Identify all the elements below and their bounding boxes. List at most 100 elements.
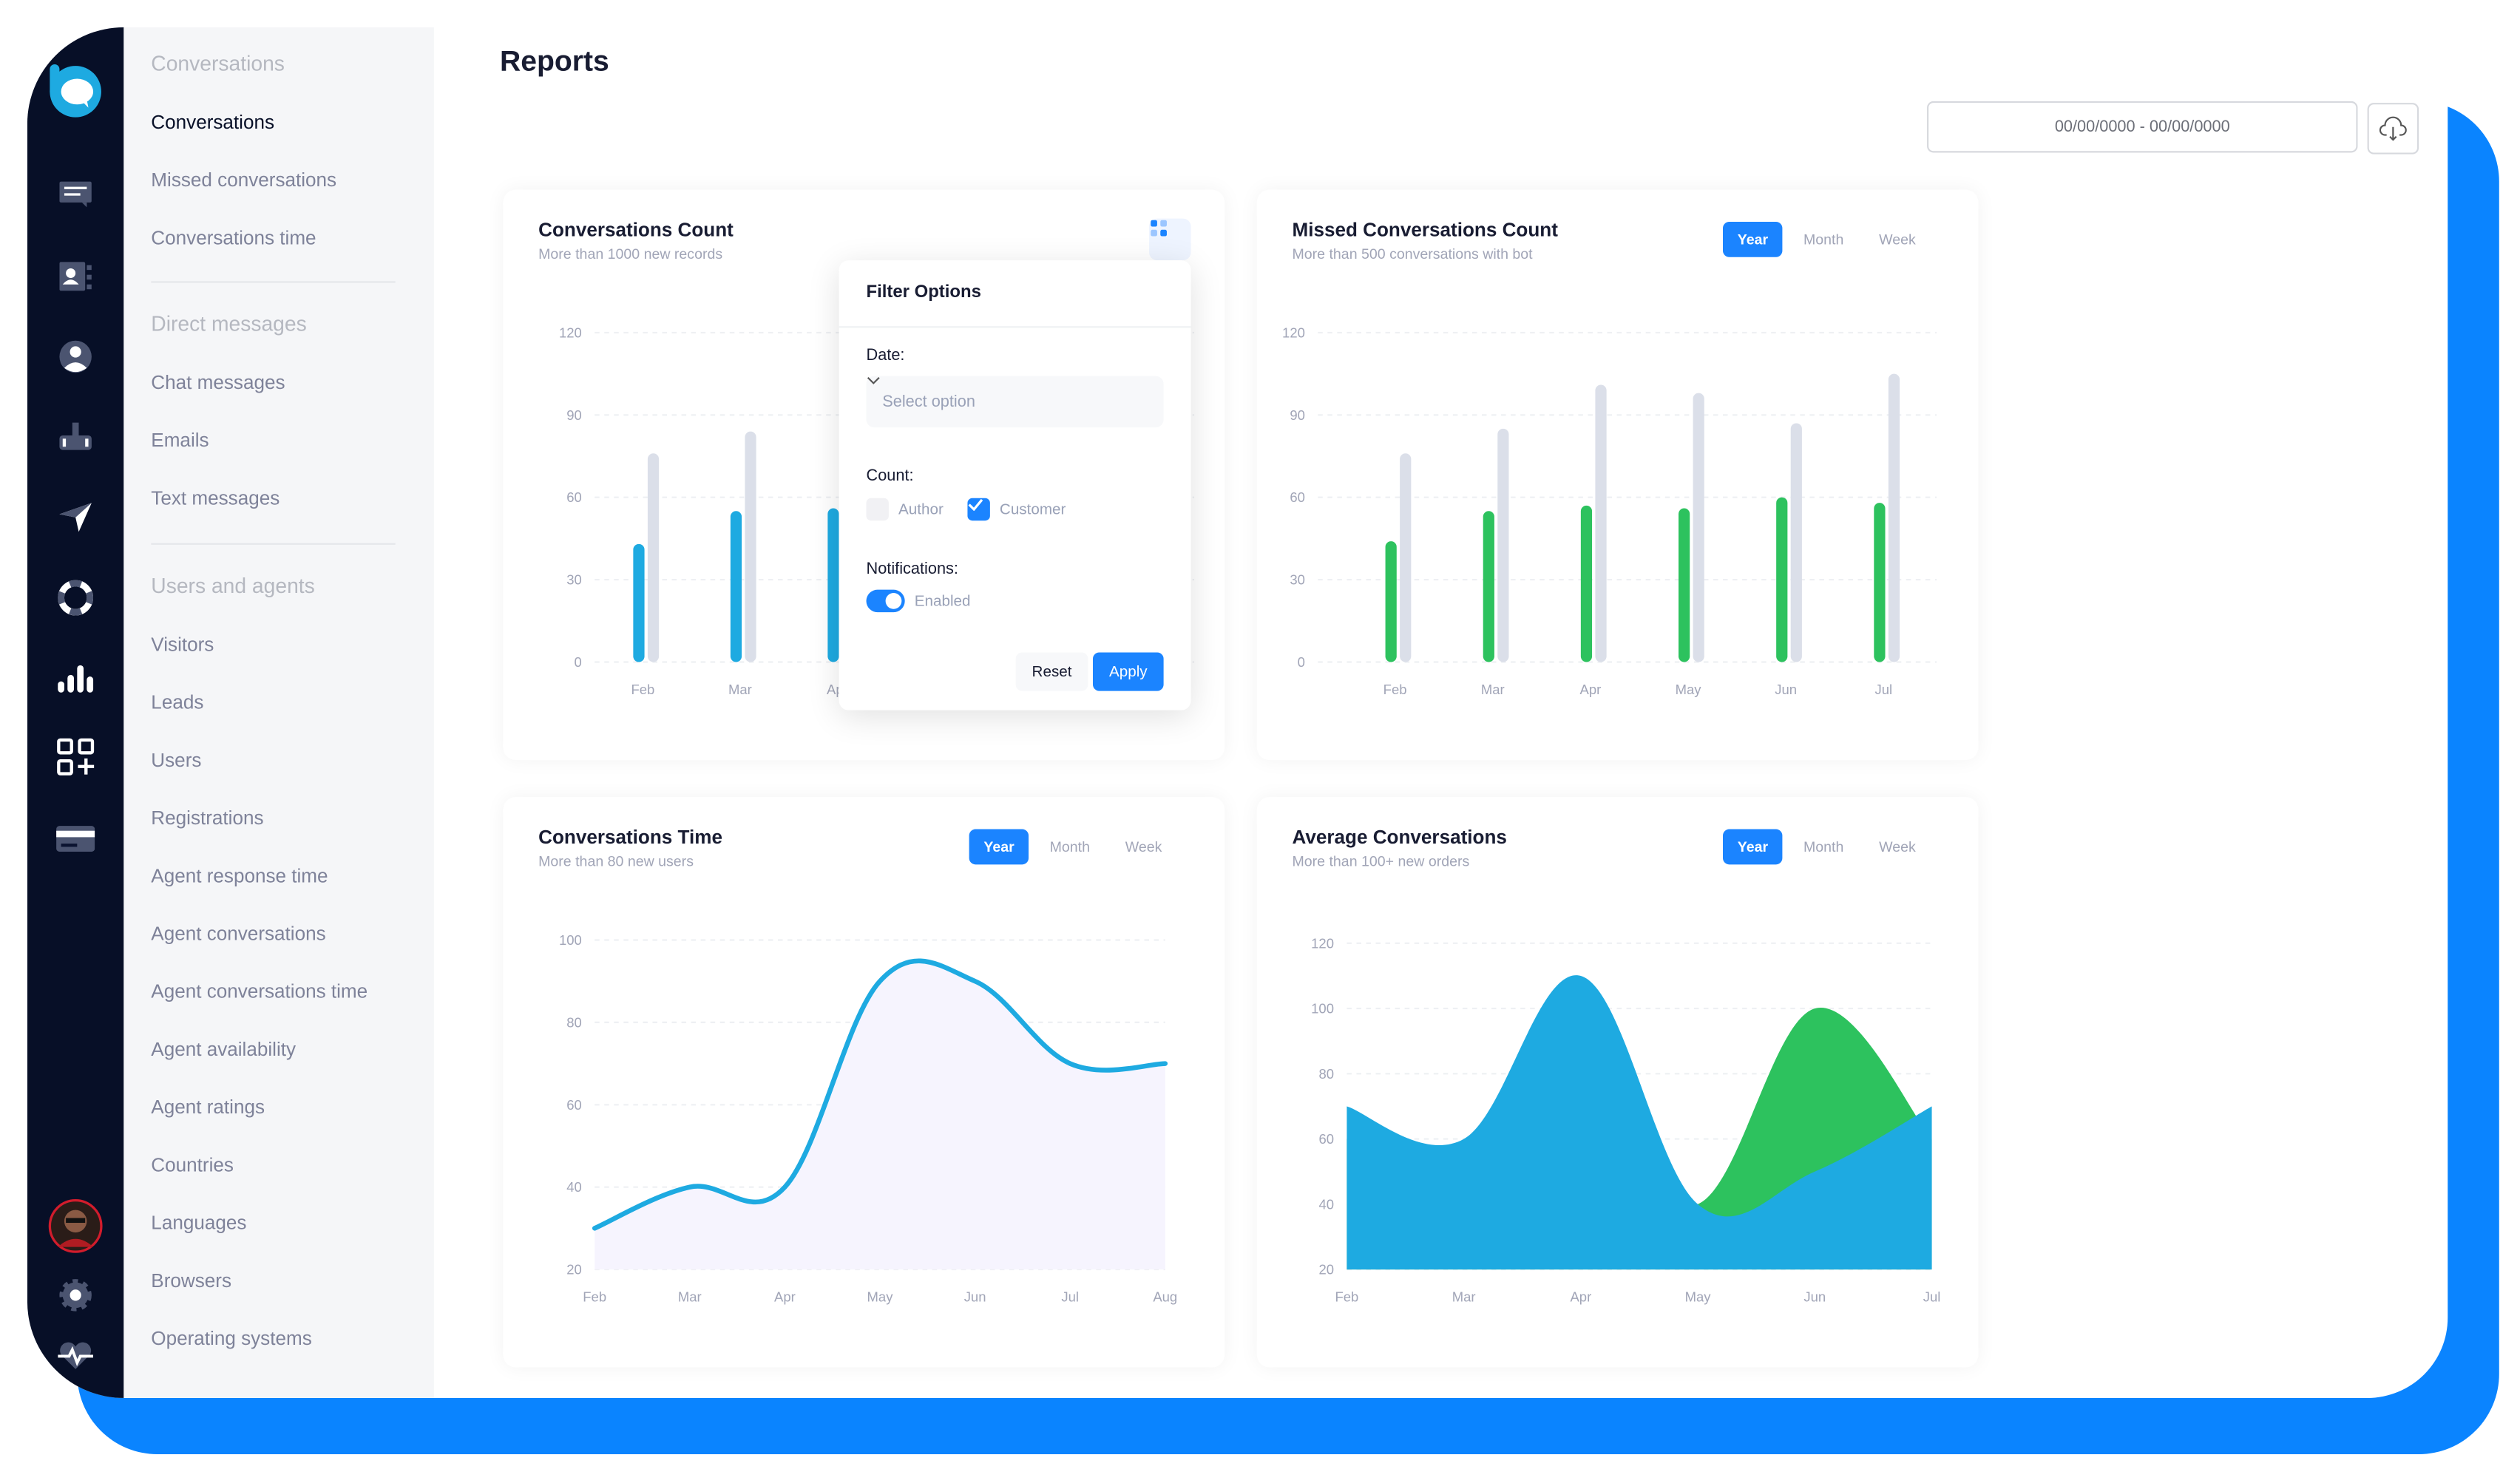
x-tick-label: Jul <box>1875 682 1893 697</box>
tab-month[interactable]: Month <box>1789 830 1857 865</box>
reports-icon[interactable] <box>55 660 97 696</box>
y-tick-label: 80 <box>1318 1066 1334 1082</box>
filter-button[interactable] <box>1149 218 1191 261</box>
heartbeat-icon[interactable] <box>55 1339 97 1374</box>
logo[interactable] <box>44 59 108 123</box>
conversations-time-chart: 20 40 60 80 100 Feb Mar Apr May Jun Jul Aug <box>559 932 1177 1305</box>
x-tick-label: Jul <box>1923 1289 1941 1305</box>
bar-feb-series-0 <box>633 543 645 662</box>
bar-jun-series-1 <box>1790 423 1802 662</box>
tab-month[interactable]: Month <box>1035 830 1104 865</box>
author-checkbox[interactable]: Author <box>866 498 944 521</box>
bar-apr-series-0 <box>827 508 839 662</box>
y-tick-label: 100 <box>1311 1001 1334 1017</box>
y-tick-label: 20 <box>1318 1262 1334 1278</box>
toggle-label: Enabled <box>914 591 971 610</box>
bar-jun-series-0 <box>1776 497 1788 662</box>
date-select-value: Select option <box>882 393 975 411</box>
tab-month[interactable]: Month <box>1789 222 1857 257</box>
y-tick-label: 0 <box>1298 654 1305 670</box>
nav-item-agent-conversations-time[interactable]: Agent conversations time <box>151 980 368 1002</box>
nav-item-text-messages[interactable]: Text messages <box>151 487 280 509</box>
x-tick-label: Jun <box>964 1289 986 1305</box>
x-tick-label: Jul <box>1061 1289 1079 1305</box>
x-tick-label: Feb <box>1335 1289 1358 1305</box>
average-conversations-chart: 20 40 60 80 100 120 Feb Mar Apr May Jun Jul <box>1311 935 1941 1305</box>
cloud-download-icon <box>2379 116 2407 141</box>
period-tabs: Year Month Week <box>1723 829 1931 865</box>
nav-item-browsers[interactable]: Browsers <box>151 1269 231 1292</box>
y-tick-label: 80 <box>566 1014 582 1030</box>
date-label: Date: <box>866 347 905 365</box>
card-title: Average Conversations <box>1292 826 1507 849</box>
x-tick-label: Feb <box>583 1289 606 1305</box>
nav-item-operating-systems[interactable]: Operating systems <box>151 1327 311 1349</box>
nav-item-chat-messages[interactable]: Chat messages <box>151 371 285 393</box>
nav-item-visitors[interactable]: Visitors <box>151 633 214 655</box>
x-tick-label: Mar <box>678 1289 702 1305</box>
customer-checkbox[interactable]: Customer <box>967 498 1066 521</box>
apply-button[interactable]: Apply <box>1092 652 1164 691</box>
date-range-input[interactable]: 00/00/0000 - 00/00/0000 <box>1927 101 2358 153</box>
nav-item-emails[interactable]: Emails <box>151 429 209 451</box>
nav-item-conversations[interactable]: Conversations <box>151 111 274 133</box>
bot-icon[interactable] <box>55 419 97 455</box>
download-button[interactable] <box>2367 103 2419 155</box>
card-conversations-count: 0306090120FebMarAprMayJunJul Conversatio… <box>503 189 1225 761</box>
x-tick-label: Apr <box>1580 682 1602 697</box>
reset-button[interactable]: Reset <box>1015 652 1088 691</box>
nav-item-leads[interactable]: Leads <box>151 691 203 713</box>
x-tick-label: Mar <box>728 682 752 697</box>
checkbox-box <box>866 498 889 521</box>
apps-icon[interactable] <box>55 738 97 776</box>
bar-mar-series-1 <box>745 431 756 662</box>
nav-item-languages[interactable]: Languages <box>151 1212 246 1234</box>
nav-item-agent-availability[interactable]: Agent availability <box>151 1038 296 1060</box>
x-tick-label: May <box>1676 682 1702 697</box>
gear-icon[interactable] <box>55 1278 97 1313</box>
nav-section-header: Direct messages <box>151 311 307 336</box>
count-label: Count: <box>866 467 914 486</box>
contacts-icon[interactable] <box>55 259 97 294</box>
user-icon[interactable] <box>55 339 97 375</box>
conversations-icon[interactable] <box>55 177 97 212</box>
nav-item-agent-response-time[interactable]: Agent response time <box>151 864 328 886</box>
y-tick-label: 30 <box>1290 572 1305 588</box>
period-tabs: Year Month Week <box>969 829 1176 865</box>
missed-conversations-chart: 0 30 60 90 120 Feb Mar Apr May Jun Jul <box>1282 325 1937 697</box>
bar-may-series-1 <box>1693 393 1704 662</box>
date-select[interactable]: Select option <box>866 376 1164 428</box>
avatar[interactable] <box>47 1197 104 1255</box>
card-subtitle: More than 500 conversations with bot <box>1292 245 1533 262</box>
nav-item-missed-conversations[interactable]: Missed conversations <box>151 169 336 191</box>
billing-icon[interactable] <box>55 821 97 857</box>
y-tick-label: 0 <box>575 654 582 670</box>
notifications-toggle[interactable]: Enabled <box>866 589 971 613</box>
tab-year[interactable]: Year <box>1723 221 1783 257</box>
send-icon[interactable] <box>55 500 97 535</box>
nav-section-header: Users and agents <box>151 573 315 598</box>
nav-item-conversations-time[interactable]: Conversations time <box>151 226 316 248</box>
tab-week[interactable]: Week <box>1111 830 1176 865</box>
icon-rail <box>27 27 124 1398</box>
y-tick-label: 60 <box>566 1097 582 1113</box>
x-tick-label: May <box>1685 1289 1712 1305</box>
y-tick-label: 90 <box>1290 407 1305 423</box>
y-tick-label: 30 <box>566 572 582 588</box>
tab-year[interactable]: Year <box>969 829 1029 865</box>
bar-mar-series-0 <box>1483 511 1494 662</box>
tab-week[interactable]: Week <box>1865 222 1931 257</box>
nav-item-users[interactable]: Users <box>151 749 201 771</box>
tab-year[interactable]: Year <box>1723 829 1783 865</box>
nav-item-agent-conversations[interactable]: Agent conversations <box>151 923 325 945</box>
support-icon[interactable] <box>55 580 97 616</box>
divider <box>151 543 396 545</box>
nav-item-registrations[interactable]: Registrations <box>151 807 263 829</box>
author-label: Author <box>898 501 944 518</box>
tab-week[interactable]: Week <box>1865 830 1931 865</box>
nav-item-agent-ratings[interactable]: Agent ratings <box>151 1096 265 1118</box>
nav-section-header: Conversations <box>151 51 285 76</box>
card-subtitle: More than 1000 new records <box>538 245 723 262</box>
y-tick-label: 120 <box>1282 325 1305 340</box>
nav-item-countries[interactable]: Countries <box>151 1154 234 1176</box>
